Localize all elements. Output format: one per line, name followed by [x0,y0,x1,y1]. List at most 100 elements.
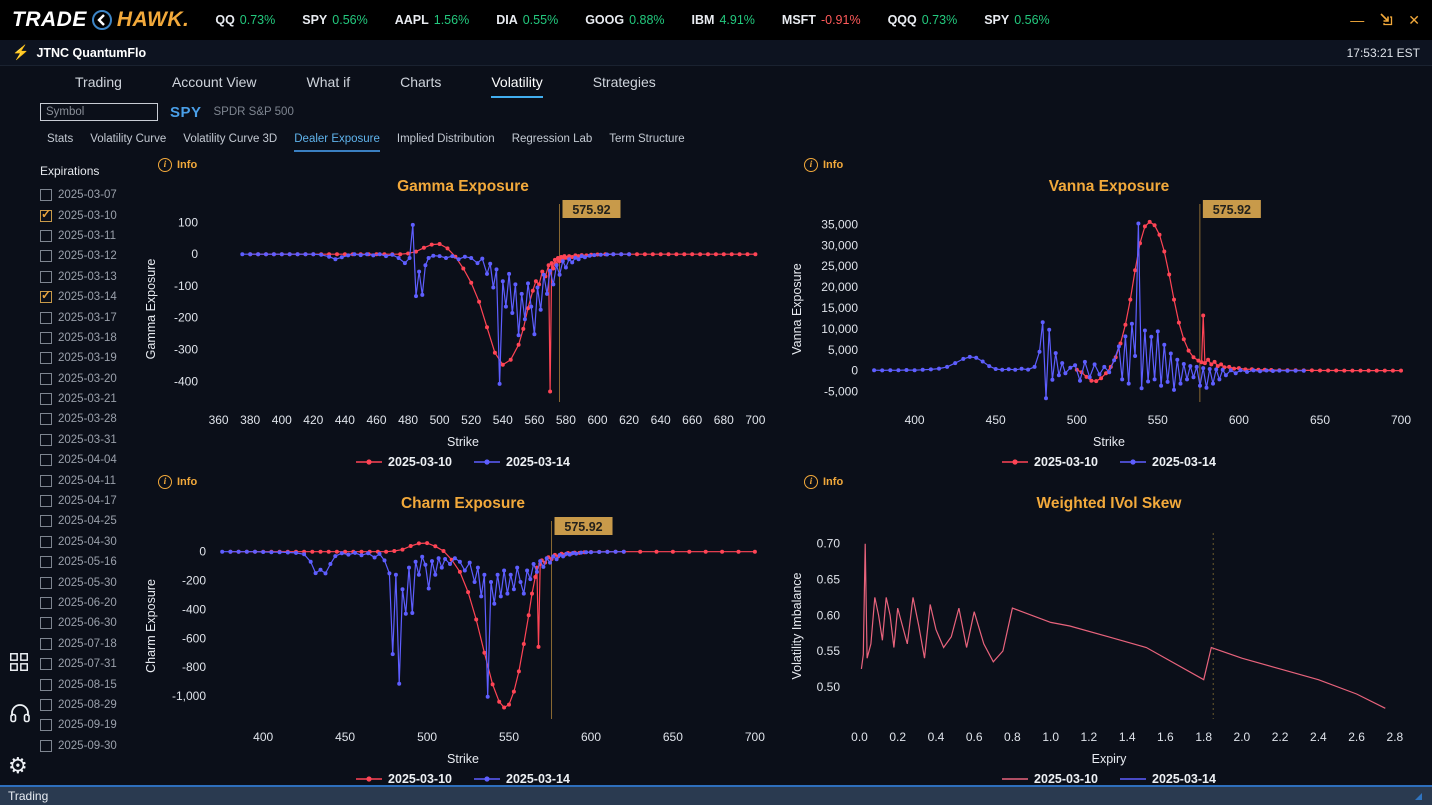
legend-item-2025-03-10[interactable]: 2025-03-10 [356,772,452,786]
checkbox[interactable] [40,637,52,650]
minimize-button[interactable]: — [1350,12,1364,28]
checkbox[interactable] [40,189,52,202]
expiration-2025-03-12[interactable]: 2025-03-12 [40,246,140,266]
legend-item-2025-03-14[interactable]: 2025-03-14 [1120,772,1216,786]
checkbox[interactable] [40,678,52,691]
tab-account-view[interactable]: Account View [172,74,257,98]
subtab-dealer-exposure[interactable]: Dealer Exposure [294,133,380,152]
expiration-2025-05-30[interactable]: 2025-05-30 [40,572,140,592]
checkbox[interactable] [40,433,52,446]
subtab-regression-lab[interactable]: Regression Lab [512,133,593,152]
tab-trading[interactable]: Trading [75,74,122,98]
ticker-AAPL[interactable]: AAPL 1.56% [395,13,469,27]
expiration-2025-08-29[interactable]: 2025-08-29 [40,695,140,715]
expiration-2025-06-30[interactable]: 2025-06-30 [40,613,140,633]
checkbox[interactable] [40,229,52,242]
expiration-2025-04-11[interactable]: 2025-04-11 [40,470,140,490]
expiration-2025-06-20[interactable]: 2025-06-20 [40,593,140,613]
expiration-2025-03-17[interactable]: 2025-03-17 [40,307,140,327]
info-button[interactable]: i Info [804,158,843,172]
checkbox[interactable] [40,270,52,283]
expiration-2025-09-19[interactable]: 2025-09-19 [40,715,140,735]
subtab-volatility-curve[interactable]: Volatility Curve [90,133,166,152]
expiration-2025-03-07[interactable]: 2025-03-07 [40,185,140,205]
expiration-2025-03-13[interactable]: 2025-03-13 [40,267,140,287]
expiration-2025-04-25[interactable]: 2025-04-25 [40,511,140,531]
tab-what-if[interactable]: What if [307,74,351,98]
ticker-SPY[interactable]: SPY 0.56% [302,13,367,27]
resize-grip-icon[interactable] [1408,792,1422,800]
expiration-2025-05-16[interactable]: 2025-05-16 [40,552,140,572]
gamma-exposure-chart[interactable]: 100 0 -100 -200 -300 -400 360 380 400 420 440 460 48… [142,198,786,437]
subtab-volatility-curve-3d[interactable]: Volatility Curve 3D [183,133,277,152]
checkbox[interactable] [40,495,52,508]
ticker-MSFT[interactable]: MSFT -0.91% [782,13,861,27]
expiration-2025-03-18[interactable]: 2025-03-18 [40,328,140,348]
expiration-2025-04-04[interactable]: 2025-04-04 [40,450,140,470]
expiration-2025-07-31[interactable]: 2025-07-31 [40,654,140,674]
expiration-2025-04-17[interactable]: 2025-04-17 [40,491,140,511]
expiration-2025-07-18[interactable]: 2025-07-18 [40,634,140,654]
info-button[interactable]: i Info [804,475,843,489]
weighted-ivol-skew-chart[interactable]: 0.70 0.65 0.60 0.55 0.50 0.0 0.2 0.4 0.6 0.8 1.0 1.… [788,515,1432,754]
checkbox[interactable] [40,352,52,365]
gear-icon[interactable]: ⚙ [8,755,28,777]
ticker-SPY[interactable]: SPY 0.56% [984,13,1049,27]
expiration-2025-08-15[interactable]: 2025-08-15 [40,674,140,694]
checkbox[interactable] [40,597,52,609]
symbol-input[interactable] [40,103,158,121]
expiration-2025-03-14[interactable]: ✓ 2025-03-14 [40,287,140,307]
expiration-2025-03-28[interactable]: 2025-03-28 [40,409,140,429]
expiration-2025-03-31[interactable]: 2025-03-31 [40,430,140,450]
ticker-QQQ[interactable]: QQQ 0.73% [888,13,958,27]
expiration-2025-04-30[interactable]: 2025-04-30 [40,532,140,552]
checkbox[interactable] [40,719,52,732]
legend-item-2025-03-10[interactable]: 2025-03-10 [356,455,452,469]
dashboard-grid-icon[interactable] [8,651,30,673]
subtab-term-structure[interactable]: Term Structure [609,133,684,152]
ticker-GOOG[interactable]: GOOG 0.88% [585,13,664,27]
checkbox[interactable] [40,331,52,344]
expiration-2025-09-30[interactable]: 2025-09-30 [40,736,140,756]
headphones-icon[interactable] [8,701,32,725]
checkbox[interactable] [40,556,52,569]
expiration-2025-03-21[interactable]: 2025-03-21 [40,389,140,409]
checkbox[interactable] [40,393,52,406]
checkbox[interactable] [40,739,52,752]
checkbox[interactable] [40,617,52,630]
legend-item-2025-03-10[interactable]: 2025-03-10 [1002,772,1098,786]
checkbox[interactable] [40,372,52,385]
info-button[interactable]: i Info [158,475,197,489]
charm-exposure-chart[interactable]: 0 -200 -400 -600 -800 -1,000 400 450 500 550 600 65… [142,515,786,754]
restore-button[interactable] [1379,12,1393,29]
close-button[interactable]: ✕ [1408,12,1420,29]
checkbox[interactable] [40,515,52,528]
ticker-DIA[interactable]: DIA 0.55% [496,13,558,27]
checkbox[interactable] [40,698,52,711]
checkbox[interactable]: ✓ [40,288,52,304]
tab-strategies[interactable]: Strategies [593,74,656,98]
ticker-IBM[interactable]: IBM 4.91% [692,13,755,27]
tab-charts[interactable]: Charts [400,74,441,98]
legend-item-2025-03-14[interactable]: 2025-03-14 [474,455,570,469]
expiration-2025-03-19[interactable]: 2025-03-19 [40,348,140,368]
subtab-stats[interactable]: Stats [47,133,73,152]
tab-volatility[interactable]: Volatility [491,74,543,98]
expiration-2025-03-10[interactable]: ✓ 2025-03-10 [40,205,140,225]
expiration-2025-03-20[interactable]: 2025-03-20 [40,369,140,389]
checkbox[interactable] [40,576,52,589]
ticker-QQ[interactable]: QQ 0.73% [215,13,275,27]
checkbox[interactable] [40,454,52,467]
info-button[interactable]: i Info [158,158,197,172]
subtab-implied-distribution[interactable]: Implied Distribution [397,133,495,152]
checkbox[interactable] [40,658,52,671]
legend-item-2025-03-14[interactable]: 2025-03-14 [474,772,570,786]
checkbox[interactable] [40,535,52,548]
vanna-exposure-chart[interactable]: 35,000 30,000 25,000 20,000 15,000 10,000 5,00… [788,198,1432,437]
legend-item-2025-03-14[interactable]: 2025-03-14 [1120,455,1216,469]
expiration-2025-03-11[interactable]: 2025-03-11 [40,226,140,246]
checkbox[interactable]: ✓ [40,207,52,222]
legend-item-2025-03-10[interactable]: 2025-03-10 [1002,455,1098,469]
checkbox[interactable] [40,474,52,487]
checkbox[interactable] [40,250,52,263]
